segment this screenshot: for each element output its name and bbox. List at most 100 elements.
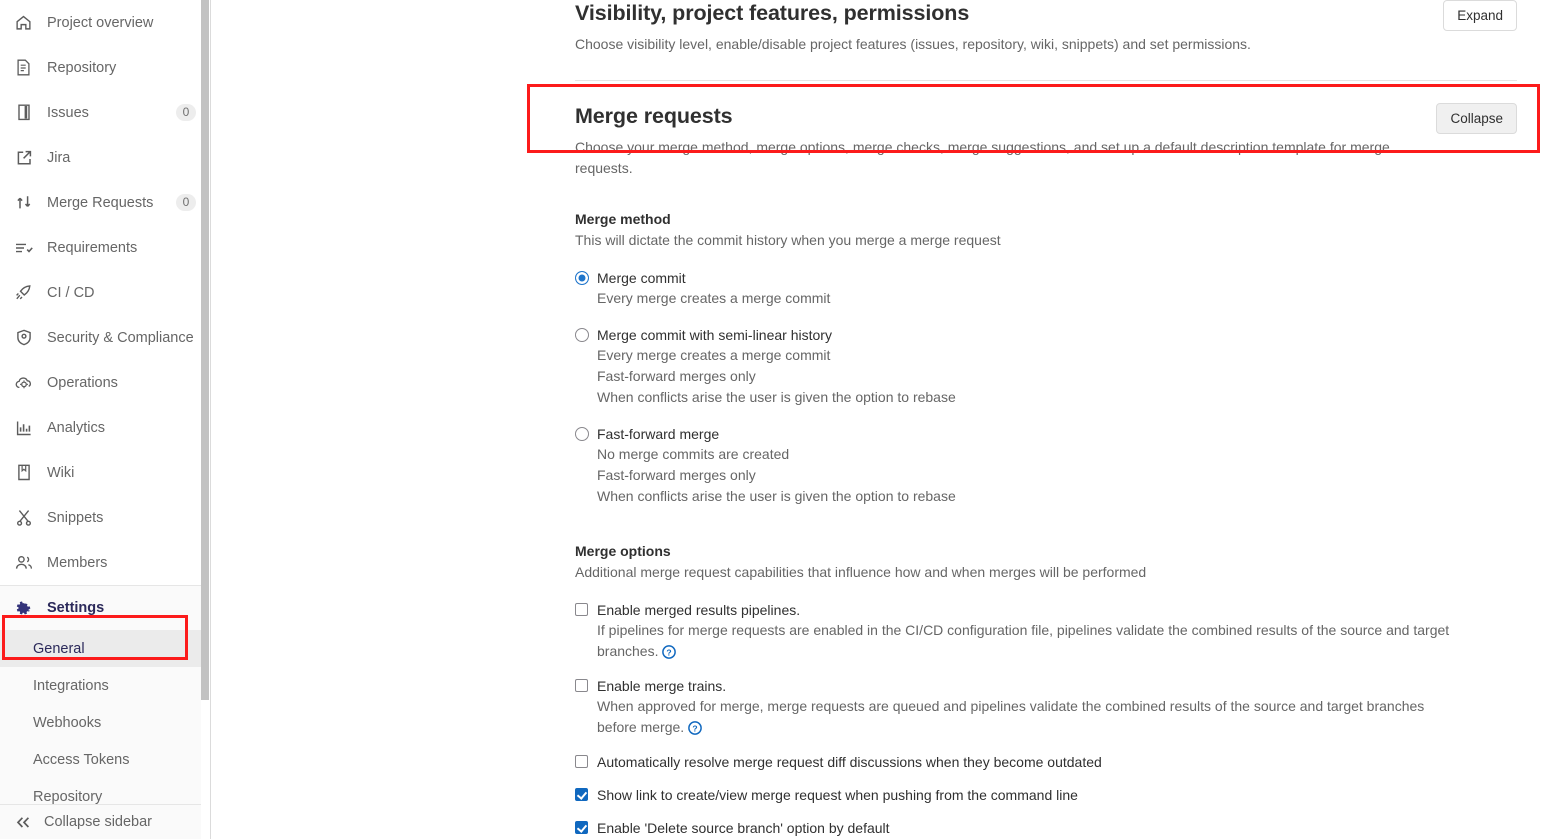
- sidebar-item-requirements[interactable]: Requirements: [0, 225, 210, 270]
- checkbox-row-merged-results-pipelines[interactable]: Enable merged results pipelines. If pipe…: [575, 600, 1517, 662]
- sidebar-item-label: CI / CD: [47, 284, 95, 301]
- sidebar-nav-list: Project overview Repository Issues 0 Jir…: [0, 0, 210, 630]
- sidebar-subitem-label: Repository: [33, 788, 103, 805]
- issue-icon: [14, 103, 33, 122]
- bar-chart-icon: [14, 418, 33, 437]
- merge-requests-section: Merge requests Choose your merge method,…: [575, 103, 1517, 839]
- gear-icon: [14, 599, 33, 618]
- sidebar-subitem-label: Access Tokens: [33, 751, 130, 768]
- section-divider: [575, 80, 1517, 81]
- radio-merge-commit[interactable]: [575, 271, 589, 285]
- option-detail: Fast-forward merges only: [597, 368, 756, 384]
- sidebar-item-label: Repository: [47, 59, 117, 76]
- rocket-icon: [14, 283, 33, 302]
- radio-merge-commit-semi-linear[interactable]: [575, 328, 589, 342]
- sidebar-item-label: Project overview: [47, 14, 154, 31]
- merge-options-checkbox-group: Enable merged results pipelines. If pipe…: [575, 600, 1517, 839]
- visibility-section-header: Visibility, project features, permission…: [575, 0, 1517, 55]
- merge-options-block: Merge options Additional merge request c…: [575, 541, 1517, 839]
- external-link-icon: [14, 148, 33, 167]
- sidebar-item-security-compliance[interactable]: Security & Compliance: [0, 315, 210, 360]
- merge-method-option-fast-forward[interactable]: Fast-forward merge No merge commits are …: [575, 424, 1517, 507]
- chevron-double-left-icon: [14, 816, 32, 829]
- collapse-sidebar-button[interactable]: Collapse sidebar: [0, 804, 210, 839]
- merge-method-option-merge-commit[interactable]: Merge commit Every merge creates a merge…: [575, 268, 1517, 309]
- sidebar-item-access-tokens[interactable]: Access Tokens: [0, 741, 210, 778]
- checkbox-label: Enable 'Delete source branch' option by …: [597, 820, 890, 836]
- settings-submenu: General Integrations Webhooks Access Tok…: [0, 630, 210, 815]
- sidebar-item-issues[interactable]: Issues 0: [0, 90, 210, 135]
- shield-icon: [14, 328, 33, 347]
- gitlab-project-settings-page: Project overview Repository Issues 0 Jir…: [0, 0, 1548, 839]
- sidebar-item-operations[interactable]: Operations: [0, 360, 210, 405]
- checkbox-label: Automatically resolve merge request diff…: [597, 754, 1102, 770]
- option-detail: Every merge creates a merge commit: [597, 290, 831, 306]
- checkbox-label: Enable merged results pipelines.: [597, 602, 801, 618]
- checkbox-detail: When approved for merge, merge requests …: [597, 698, 1425, 735]
- sidebar-item-wiki[interactable]: Wiki: [0, 450, 210, 495]
- collapse-sidebar-label: Collapse sidebar: [44, 814, 153, 830]
- sidebar-item-merge-requests[interactable]: Merge Requests 0: [0, 180, 210, 225]
- checkbox-enable-merge-trains[interactable]: [575, 679, 588, 692]
- sidebar-item-label: Security & Compliance: [47, 329, 194, 346]
- checkbox-row-merge-trains[interactable]: Enable merge trains. When approved for m…: [575, 676, 1517, 738]
- sidebar-badge-count: 0: [176, 104, 196, 121]
- sidebar-item-ci-cd[interactable]: CI / CD: [0, 270, 210, 315]
- sidebar-scrollbar-track[interactable]: [201, 0, 210, 839]
- sidebar-item-label: Operations: [47, 374, 118, 391]
- checkbox-detail: If pipelines for merge requests are enab…: [597, 622, 1450, 659]
- checkbox-row-auto-resolve-diff-discussions[interactable]: Automatically resolve merge request diff…: [575, 752, 1517, 772]
- option-label: Merge commit with semi-linear history: [597, 327, 832, 343]
- merge-method-subtext: This will dictate the commit history whe…: [575, 232, 1001, 248]
- help-circle-icon[interactable]: ?: [688, 721, 702, 735]
- collapse-button[interactable]: Collapse: [1436, 103, 1517, 134]
- sidebar-item-analytics[interactable]: Analytics: [0, 405, 210, 450]
- page-title: Visibility, project features, permission…: [575, 1, 970, 25]
- users-icon: [14, 553, 33, 572]
- checkbox-enable-merged-results-pipelines[interactable]: [575, 603, 588, 616]
- help-circle-icon[interactable]: ?: [662, 645, 677, 659]
- option-detail: When conflicts arise the user is given t…: [597, 389, 956, 405]
- sidebar-item-project-overview[interactable]: Project overview: [0, 0, 210, 45]
- file-document-icon: [14, 58, 33, 77]
- option-detail: No merge commits are created: [597, 446, 790, 462]
- sidebar-scrollbar-thumb[interactable]: [201, 0, 209, 700]
- merge-requests-description: Choose your merge method, merge options,…: [575, 139, 1390, 176]
- merge-method-block: Merge method This will dictate the commi…: [575, 209, 1517, 507]
- sidebar-subitem-label: General: [33, 640, 85, 657]
- sidebar-item-general[interactable]: General: [0, 630, 210, 667]
- sidebar-subitem-label: Webhooks: [33, 714, 102, 731]
- sidebar-item-settings[interactable]: Settings: [0, 585, 210, 630]
- option-detail: Fast-forward merges only: [597, 467, 756, 483]
- requirements-list-icon: [14, 238, 33, 257]
- checkbox-enable-delete-source-branch[interactable]: [575, 821, 588, 834]
- sidebar-item-jira[interactable]: Jira: [0, 135, 210, 180]
- settings-main-content: Visibility, project features, permission…: [211, 0, 1548, 839]
- checkbox-show-link-create-view-mr[interactable]: [575, 788, 588, 801]
- sidebar-item-label: Merge Requests: [47, 194, 154, 211]
- checkbox-row-show-link-command-line[interactable]: Show link to create/view merge request w…: [575, 785, 1517, 805]
- sidebar-item-webhooks[interactable]: Webhooks: [0, 704, 210, 741]
- sidebar-item-label: Jira: [47, 149, 71, 166]
- option-detail: When conflicts arise the user is given t…: [597, 488, 956, 504]
- expand-button[interactable]: Expand: [1443, 0, 1517, 31]
- git-merge-icon: [14, 193, 33, 212]
- checkbox-auto-resolve-diff-discussions[interactable]: [575, 755, 588, 768]
- sidebar-item-label: Analytics: [47, 419, 106, 436]
- sidebar-item-label: Settings: [47, 600, 105, 616]
- sidebar-item-integrations[interactable]: Integrations: [0, 667, 210, 704]
- option-label: Fast-forward merge: [597, 426, 720, 442]
- merge-method-option-semi-linear[interactable]: Merge commit with semi-linear history Ev…: [575, 325, 1517, 408]
- radio-fast-forward-merge[interactable]: [575, 427, 589, 441]
- sidebar-badge-count: 0: [176, 194, 196, 211]
- sidebar-item-label: Members: [47, 554, 108, 571]
- sidebar-item-repository[interactable]: Repository: [0, 45, 210, 90]
- sidebar-item-label: Requirements: [47, 239, 138, 256]
- sidebar-item-snippets[interactable]: Snippets: [0, 495, 210, 540]
- merge-options-heading: Merge options: [575, 543, 671, 559]
- option-label: Merge commit: [597, 270, 686, 286]
- checkbox-row-delete-source-branch[interactable]: Enable 'Delete source branch' option by …: [575, 818, 1517, 839]
- merge-options-subtext: Additional merge request capabilities th…: [575, 564, 1147, 580]
- sidebar-subitem-label: Integrations: [33, 677, 109, 694]
- sidebar-item-members[interactable]: Members: [0, 540, 210, 585]
